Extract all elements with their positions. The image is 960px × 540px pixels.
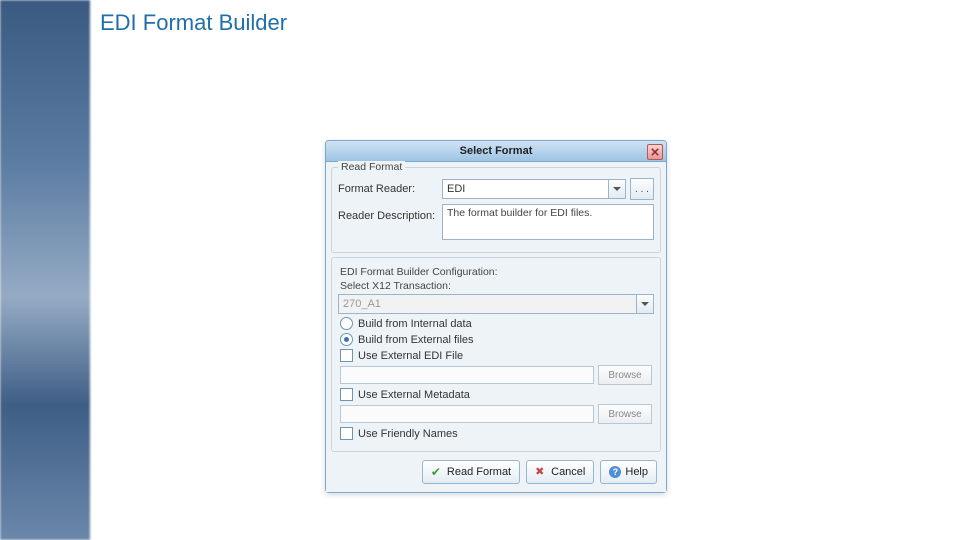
format-reader-browse-button[interactable]: . . . <box>630 178 654 200</box>
read-format-button[interactable]: Read Format <box>422 460 520 484</box>
external-edi-path-input[interactable] <box>340 366 594 384</box>
config-title: EDI Format Builder Configuration: <box>340 266 654 278</box>
check-use-external-metadata[interactable]: Use External Metadata <box>340 388 652 401</box>
dialog-body: Read Format Format Reader: EDI . . . Rea… <box>326 162 666 492</box>
select-format-dialog: Select Format Read Format Format Reader:… <box>325 140 667 493</box>
checkbox-icon <box>340 349 353 362</box>
dialog-titlebar: Select Format <box>326 141 666 162</box>
config-fieldset: EDI Format Builder Configuration: Select… <box>331 257 661 452</box>
select-transaction-label: Select X12 Transaction: <box>340 280 654 292</box>
format-reader-combo[interactable]: EDI <box>442 179 626 199</box>
dialog-button-bar: Read Format Cancel ? Help <box>329 454 663 486</box>
format-reader-row: Format Reader: EDI . . . <box>338 178 654 200</box>
chevron-down-icon <box>636 295 653 313</box>
read-format-legend: Read Format <box>338 161 405 173</box>
chevron-down-icon <box>608 180 625 198</box>
reader-description-label: Reader Description: <box>338 204 438 222</box>
help-icon: ? <box>609 466 621 478</box>
cancel-button[interactable]: Cancel <box>526 460 594 484</box>
format-reader-label: Format Reader: <box>338 183 438 195</box>
radio-icon <box>340 317 353 330</box>
external-metadata-path-input[interactable] <box>340 405 594 423</box>
check-use-external-edi[interactable]: Use External EDI File <box>340 349 652 362</box>
checkbox-icon <box>340 388 353 401</box>
close-button[interactable] <box>647 144 663 160</box>
transaction-combo[interactable]: 270_A1 <box>338 294 654 314</box>
checkbox-icon <box>340 427 353 440</box>
external-metadata-path-row: Browse <box>340 404 652 424</box>
check-icon <box>431 466 443 478</box>
format-reader-value: EDI <box>447 183 465 195</box>
cancel-icon <box>535 466 547 478</box>
radio-icon <box>340 333 353 346</box>
dialog-title: Select Format <box>460 145 533 157</box>
browse-external-metadata-button[interactable]: Browse <box>598 404 652 424</box>
close-icon <box>651 148 659 156</box>
reader-description-text[interactable]: The format builder for EDI files. <box>442 204 654 240</box>
read-format-fieldset: Read Format Format Reader: EDI . . . Rea… <box>331 167 661 253</box>
help-button[interactable]: ? Help <box>600 460 657 484</box>
reader-description-row: Reader Description: The format builder f… <box>338 204 654 240</box>
slide-left-accent <box>0 0 90 540</box>
radio-build-internal[interactable]: Build from Internal data <box>340 317 652 330</box>
radio-build-external[interactable]: Build from External files <box>340 333 652 346</box>
page-title: EDI Format Builder <box>100 10 287 36</box>
browse-external-edi-button[interactable]: Browse <box>598 365 652 385</box>
transaction-value: 270_A1 <box>343 298 381 310</box>
external-edi-path-row: Browse <box>340 365 652 385</box>
check-use-friendly-names[interactable]: Use Friendly Names <box>340 427 652 440</box>
